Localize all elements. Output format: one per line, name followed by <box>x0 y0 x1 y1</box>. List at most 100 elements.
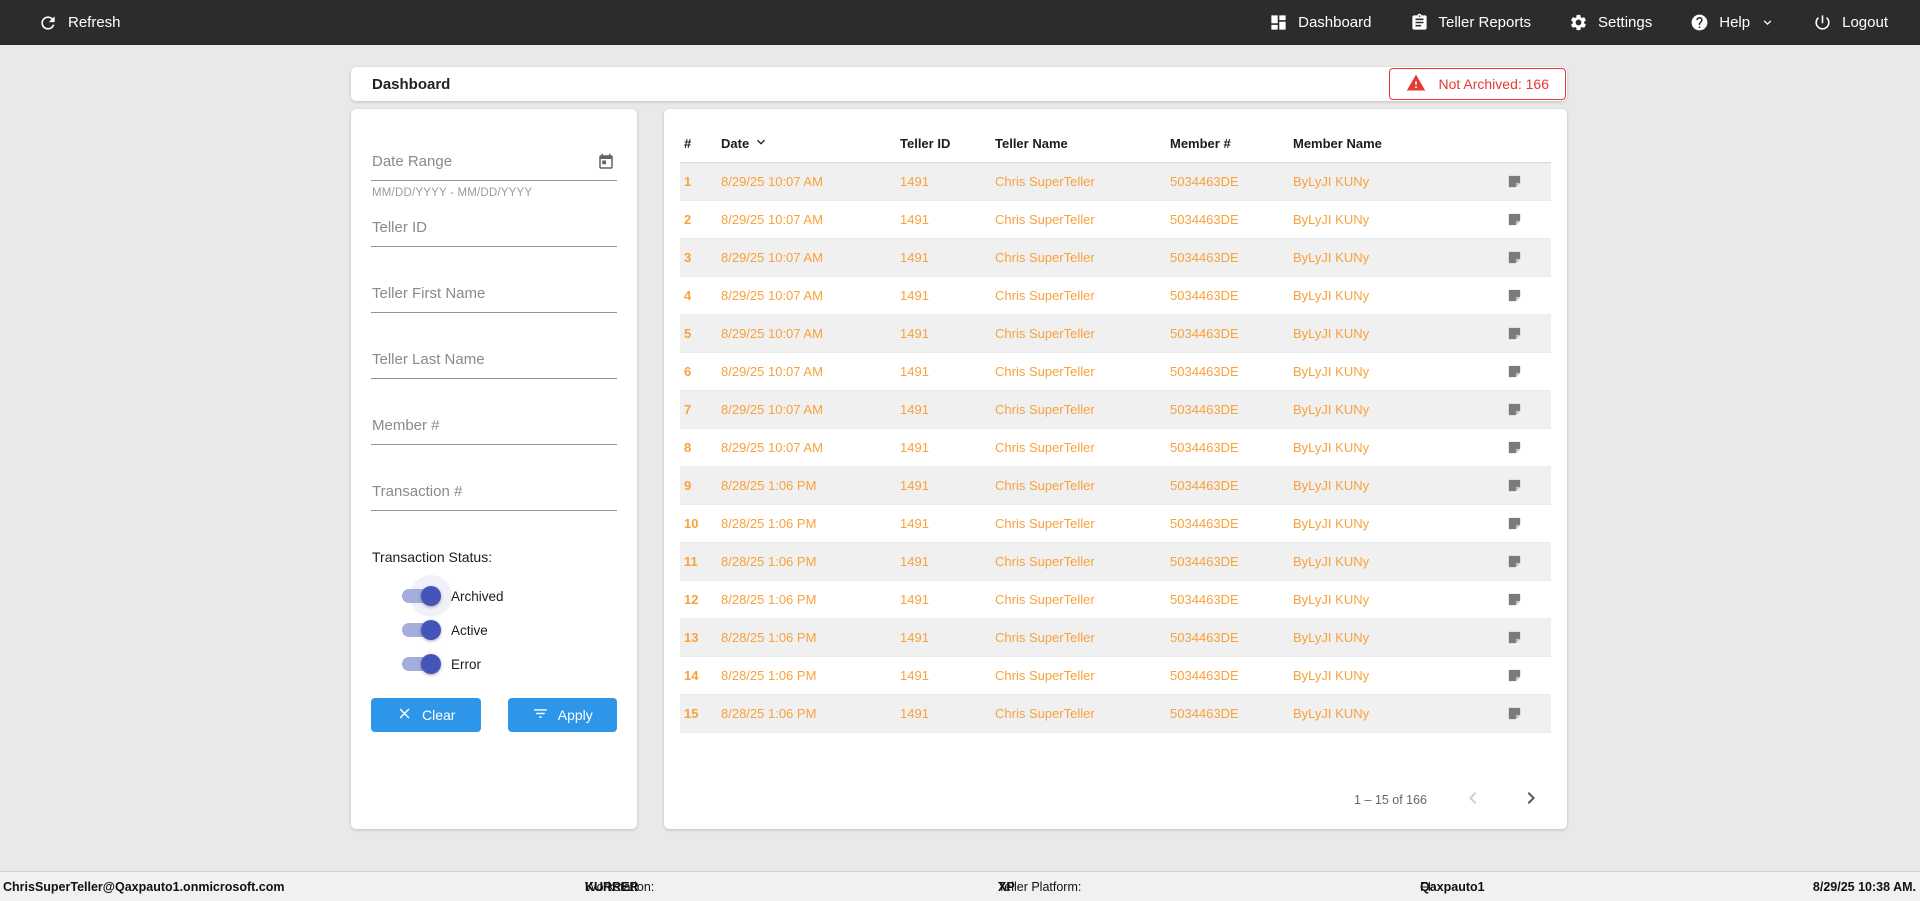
table-row[interactable]: 4 8/29/25 10:07 AM 1491 Chris SuperTeller 50… <box>680 277 1551 315</box>
table-body: 1 8/29/25 10:07 AM 1491 Chris SuperTeller 50… <box>680 163 1551 733</box>
member-number-input[interactable] <box>371 417 617 445</box>
note-icon[interactable] <box>1477 705 1551 722</box>
pagination-next-button[interactable] <box>1519 786 1543 813</box>
dashboard-icon <box>1269 13 1288 32</box>
row-number: 3 <box>684 250 692 265</box>
status-bar: ChrisSuperTeller@Qaxpauto1.onmicrosoft.c… <box>0 871 1920 901</box>
refresh-icon <box>38 13 58 33</box>
status-timestamp: 8/29/25 10:38 AM. <box>1812 879 1916 894</box>
note-icon[interactable] <box>1477 173 1551 190</box>
note-icon[interactable] <box>1477 439 1551 456</box>
table-row[interactable]: 6 8/29/25 10:07 AM 1491 Chris SuperTeller 50… <box>680 353 1551 391</box>
row-date: 8/28/25 1:06 PM <box>721 668 817 683</box>
nav-help[interactable]: Help <box>1690 13 1775 32</box>
chevron-right-icon <box>1519 786 1543 813</box>
col-header-teller-id: Teller ID <box>900 136 951 151</box>
nav-dashboard[interactable]: Dashboard <box>1269 13 1372 32</box>
row-number: 12 <box>684 592 699 607</box>
warning-icon <box>1406 73 1426 96</box>
row-teller-name: Chris SuperTeller <box>995 402 1095 417</box>
top-bar: Refresh Dashboard Teller Reports Setting… <box>0 0 1920 45</box>
nav-teller-reports[interactable]: Teller Reports <box>1410 13 1531 32</box>
row-member-name: ByLyJI KUNy <box>1293 402 1370 417</box>
row-number: 5 <box>684 326 692 341</box>
note-icon[interactable] <box>1477 477 1551 494</box>
row-date: 8/28/25 1:06 PM <box>721 516 817 531</box>
row-member-number: 5034463DE <box>1170 630 1239 645</box>
row-member-number: 5034463DE <box>1170 402 1239 417</box>
table-row[interactable]: 1 8/29/25 10:07 AM 1491 Chris SuperTeller 50… <box>680 163 1551 201</box>
table-row[interactable]: 2 8/29/25 10:07 AM 1491 Chris SuperTeller 50… <box>680 201 1551 239</box>
apply-button[interactable]: Apply <box>507 698 617 732</box>
calendar-icon[interactable] <box>597 153 617 180</box>
table-row[interactable]: 7 8/29/25 10:07 AM 1491 Chris SuperTeller 50… <box>680 391 1551 429</box>
table-row[interactable]: 11 8/28/25 1:06 PM 1491 Chris SuperTeller 50… <box>680 543 1551 581</box>
row-number: 15 <box>684 706 699 721</box>
table-row[interactable]: 13 8/28/25 1:06 PM 1491 Chris SuperTeller 50… <box>680 619 1551 657</box>
row-teller-id: 1491 <box>900 212 929 227</box>
note-icon[interactable] <box>1477 211 1551 228</box>
row-number: 11 <box>684 554 698 569</box>
row-teller-name: Chris SuperTeller <box>995 212 1095 227</box>
row-teller-id: 1491 <box>900 250 929 265</box>
teller-platform-status: Teller Platform: XP <box>998 879 1082 894</box>
table-row[interactable]: 8 8/29/25 10:07 AM 1491 Chris SuperTeller 50… <box>680 429 1551 467</box>
row-number: 7 <box>684 402 692 417</box>
row-member-number: 5034463DE <box>1170 326 1239 341</box>
nav-help-label: Help <box>1719 14 1751 31</box>
row-teller-id: 1491 <box>900 364 929 379</box>
col-header-teller-name: Teller Name <box>995 136 1068 151</box>
note-icon[interactable] <box>1477 553 1551 570</box>
note-icon[interactable] <box>1477 667 1551 684</box>
active-toggle[interactable] <box>401 620 441 640</box>
logout-icon <box>1813 13 1832 32</box>
results-panel: # Date Teller ID Teller Name Member # Me… <box>664 109 1567 829</box>
note-icon[interactable] <box>1477 325 1551 342</box>
note-icon[interactable] <box>1477 629 1551 646</box>
row-member-name: ByLyJI KUNy <box>1293 174 1370 189</box>
nav-logout[interactable]: Logout <box>1813 13 1888 32</box>
clear-x-icon <box>396 705 413 725</box>
table-row[interactable]: 5 8/29/25 10:07 AM 1491 Chris SuperTeller 50… <box>680 315 1551 353</box>
note-icon[interactable] <box>1477 591 1551 608</box>
row-teller-id: 1491 <box>900 440 929 455</box>
row-teller-id: 1491 <box>900 592 929 607</box>
note-icon[interactable] <box>1477 363 1551 380</box>
row-teller-name: Chris SuperTeller <box>995 668 1095 683</box>
pagination-prev-button[interactable] <box>1461 786 1485 813</box>
row-member-number: 5034463DE <box>1170 212 1239 227</box>
row-member-name: ByLyJI KUNy <box>1293 440 1370 455</box>
teller-first-name-input[interactable] <box>371 285 617 313</box>
filter-icon <box>532 705 549 725</box>
nav-settings-label: Settings <box>1598 14 1653 31</box>
row-member-name: ByLyJI KUNy <box>1293 250 1370 265</box>
col-header-number: # <box>684 136 692 151</box>
refresh-button[interactable]: Refresh <box>38 13 121 33</box>
table-row[interactable]: 12 8/28/25 1:06 PM 1491 Chris SuperTeller 50… <box>680 581 1551 619</box>
table-row[interactable]: 9 8/28/25 1:06 PM 1491 Chris SuperTeller 503… <box>680 467 1551 505</box>
note-icon[interactable] <box>1477 287 1551 304</box>
date-range-input[interactable] <box>371 153 597 180</box>
teller-id-input[interactable] <box>371 219 617 247</box>
row-member-number: 5034463DE <box>1170 592 1239 607</box>
row-teller-id: 1491 <box>900 174 929 189</box>
transaction-number-input[interactable] <box>371 483 617 511</box>
table-row[interactable]: 14 8/28/25 1:06 PM 1491 Chris SuperTeller 50… <box>680 657 1551 695</box>
nav-settings[interactable]: Settings <box>1569 13 1652 32</box>
row-member-name: ByLyJI KUNy <box>1293 326 1370 341</box>
table-row[interactable]: 3 8/29/25 10:07 AM 1491 Chris SuperTeller 50… <box>680 239 1551 277</box>
table-row[interactable]: 15 8/28/25 1:06 PM 1491 Chris SuperTeller 50… <box>680 695 1551 733</box>
col-header-date[interactable]: Date <box>721 134 900 153</box>
row-teller-id: 1491 <box>900 402 929 417</box>
note-icon[interactable] <box>1477 249 1551 266</box>
note-icon[interactable] <box>1477 515 1551 532</box>
not-archived-badge[interactable]: Not Archived: 166 <box>1389 68 1566 100</box>
note-icon[interactable] <box>1477 401 1551 418</box>
table-row[interactable]: 10 8/28/25 1:06 PM 1491 Chris SuperTeller 50… <box>680 505 1551 543</box>
error-toggle[interactable] <box>401 654 441 674</box>
col-header-member-name: Member Name <box>1293 136 1382 151</box>
clear-button[interactable]: Clear <box>371 698 481 732</box>
teller-last-name-input[interactable] <box>371 351 617 379</box>
archived-toggle[interactable] <box>401 575 452 617</box>
row-date: 8/28/25 1:06 PM <box>721 478 817 493</box>
